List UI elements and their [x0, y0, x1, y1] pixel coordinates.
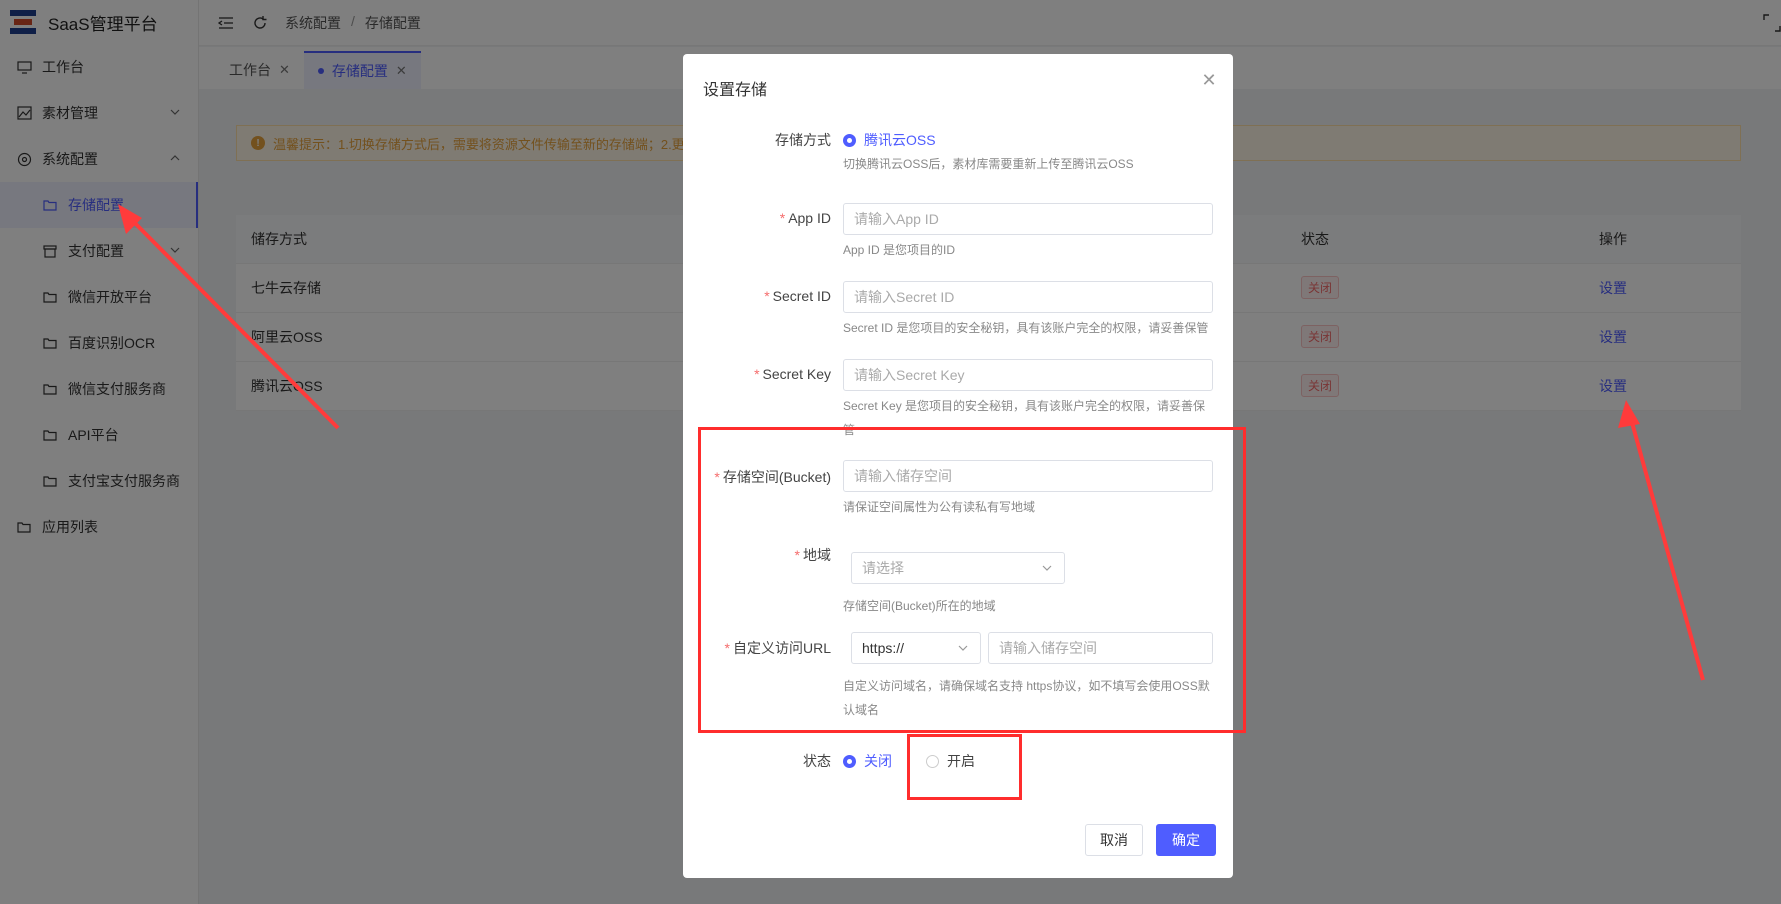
radio-circle	[843, 754, 856, 768]
confirm-button[interactable]: 确定	[1156, 824, 1216, 856]
secret-key-input[interactable]	[843, 359, 1213, 391]
cancel-button[interactable]: 取消	[1085, 824, 1143, 856]
radio-circle	[843, 133, 856, 147]
field-label: * Secret Key	[754, 366, 831, 382]
status-off-radio[interactable]: 关闭	[843, 751, 892, 771]
field-label: 状态	[803, 753, 831, 769]
field-hint: App ID 是您项目的ID	[843, 243, 956, 257]
radio-label: 关闭	[864, 753, 892, 769]
field-label: * Secret ID	[764, 288, 831, 304]
app-id-input[interactable]	[843, 203, 1213, 235]
field-hint: 切换腾讯云OSS后，素材库需要重新上传至腾讯云OSS	[843, 157, 1134, 171]
storage-type-radio[interactable]: 腾讯云OSS	[843, 130, 936, 150]
dialog-title: 设置存储	[703, 82, 768, 99]
close-icon[interactable]: ✕	[1201, 71, 1217, 89]
secret-id-input[interactable]	[843, 281, 1213, 313]
field-label: * App ID	[779, 210, 831, 226]
field-hint: Secret ID 是您项目的安全秘钥，具有该账户完全的权限，请妥善保管	[843, 321, 1209, 335]
annotation-box	[907, 734, 1022, 800]
annotation-box	[698, 427, 1246, 733]
radio-label: 腾讯云OSS	[864, 132, 936, 148]
field-label: 存储方式	[775, 132, 831, 148]
